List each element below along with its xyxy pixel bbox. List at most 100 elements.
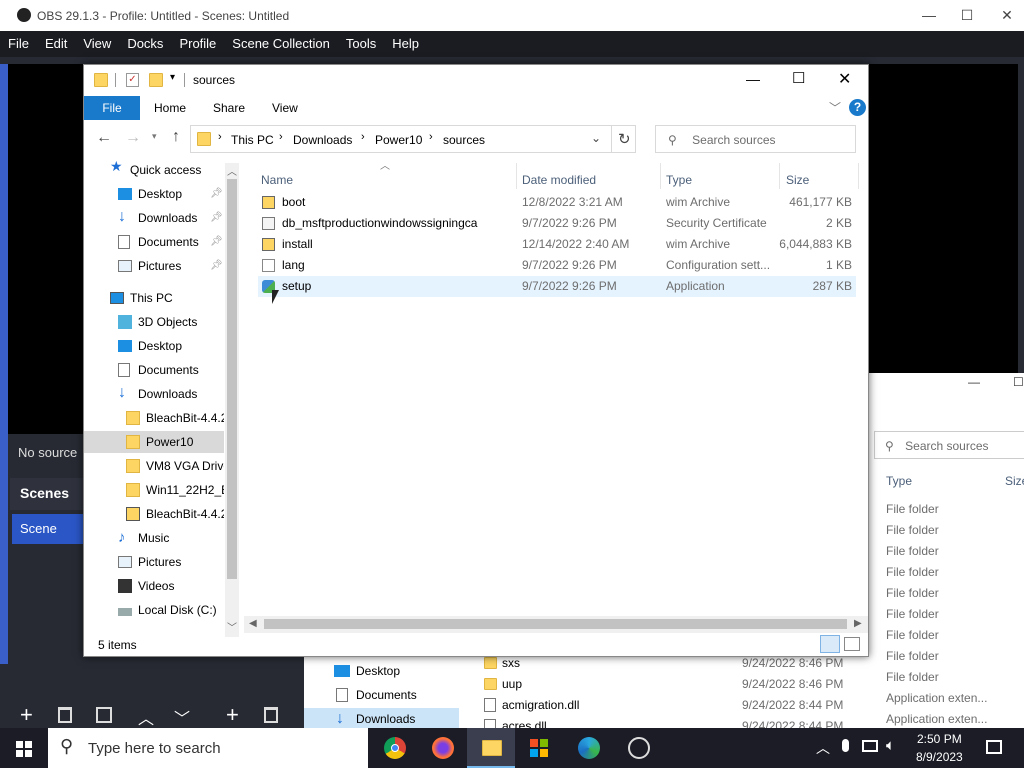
- breadcrumb-this-pc[interactable]: This PC: [231, 133, 274, 147]
- microphone-icon[interactable]: [842, 739, 849, 752]
- up-arrow-icon[interactable]: ↑: [172, 128, 180, 146]
- nav-downloads[interactable]: ↓ Downloads: [84, 383, 224, 405]
- large-icons-view-icon[interactable]: [844, 637, 860, 651]
- nav-bleachbit-2[interactable]: BleachBit-4.4.2: [84, 503, 224, 525]
- bg-maximize-button[interactable]: ☐: [1013, 375, 1024, 389]
- file-row[interactable]: lang 9/7/2022 9:26 PM Configuration sett..…: [258, 255, 856, 276]
- col-header-size[interactable]: Size: [786, 169, 809, 191]
- nav-videos[interactable]: Videos: [84, 575, 224, 597]
- back-arrow-icon[interactable]: ←: [96, 129, 112, 147]
- ribbon-tab-share[interactable]: Share: [213, 101, 245, 115]
- nav-qa-pictures[interactable]: Pictures 📌︎: [84, 255, 224, 277]
- menu-file[interactable]: File: [0, 31, 37, 57]
- forward-arrow-icon[interactable]: →: [125, 129, 141, 147]
- notifications-icon[interactable]: [986, 740, 1002, 754]
- new-folder-icon[interactable]: [149, 73, 163, 87]
- remove-source-trash-icon[interactable]: [264, 707, 278, 723]
- clock-date[interactable]: 8/9/2023: [916, 750, 963, 764]
- col-header-type[interactable]: Type: [666, 169, 692, 191]
- nav-desktop[interactable]: Desktop: [84, 335, 224, 357]
- volume-icon[interactable]: 🔈︎: [886, 737, 895, 754]
- h-scroll-right-icon[interactable]: ▶: [854, 618, 862, 629]
- bg-search-box[interactable]: ⚲ Search sources: [874, 431, 1024, 459]
- menu-edit[interactable]: Edit: [37, 31, 75, 57]
- network-icon[interactable]: [862, 740, 878, 752]
- ribbon-tab-file[interactable]: File: [84, 96, 140, 120]
- obs-taskbar-icon[interactable]: [615, 728, 663, 768]
- nav-3d-objects[interactable]: 3D Objects: [84, 311, 224, 333]
- nav-scrollbar[interactable]: ︿ ﹀: [225, 163, 239, 637]
- start-button[interactable]: [0, 728, 48, 768]
- properties-icon[interactable]: ✓: [126, 73, 139, 87]
- nav-music[interactable]: ♪ Music: [84, 527, 224, 549]
- breadcrumb-downloads[interactable]: Downloads: [293, 133, 352, 147]
- search-box[interactable]: ⚲ Search sources: [655, 125, 856, 153]
- expand-ribbon-icon[interactable]: ﹀: [829, 99, 841, 116]
- firefox-icon[interactable]: [419, 728, 467, 768]
- menu-help[interactable]: Help: [384, 31, 427, 57]
- menu-docks[interactable]: Docks: [119, 31, 171, 57]
- store-icon[interactable]: [515, 728, 563, 768]
- address-dropdown-icon[interactable]: ⌄: [591, 131, 601, 145]
- file-explorer-taskbar-icon[interactable]: [467, 728, 515, 768]
- taskbar-search-box[interactable]: ⚲ Type here to search: [48, 728, 368, 768]
- refresh-icon[interactable]: ↻: [618, 130, 631, 148]
- chrome-icon[interactable]: [371, 728, 419, 768]
- bg-col-size[interactable]: Size: [1005, 474, 1024, 488]
- nav-pictures[interactable]: Pictures: [84, 551, 224, 573]
- bg-nav-downloads[interactable]: ↓ Downloads: [304, 708, 459, 730]
- bg-file-name[interactable]: acmigration.dll: [502, 698, 579, 712]
- nav-local-disk[interactable]: Local Disk (C:): [84, 599, 224, 621]
- menu-profile[interactable]: Profile: [171, 31, 224, 57]
- nav-this-pc[interactable]: This PC: [84, 287, 224, 309]
- remove-scene-trash-icon[interactable]: [58, 707, 72, 723]
- col-header-date[interactable]: Date modified: [522, 169, 596, 191]
- file-row[interactable]: install 12/14/2022 2:40 AM wim Archive 6,04…: [258, 234, 856, 255]
- bg-nav-desktop[interactable]: Desktop: [334, 660, 400, 682]
- details-view-icon[interactable]: [820, 635, 840, 653]
- bg-file-name[interactable]: uup: [502, 677, 522, 691]
- nav-qa-desktop[interactable]: Desktop 📌︎: [84, 183, 224, 205]
- h-scroll-left-icon[interactable]: ◀: [249, 618, 257, 629]
- breadcrumb-power10[interactable]: Power10: [375, 133, 422, 147]
- minimize-button[interactable]: —: [746, 71, 760, 87]
- qat-dropdown-icon[interactable]: ▾: [170, 72, 175, 83]
- ribbon-tab-view[interactable]: View: [272, 101, 298, 115]
- move-up-icon[interactable]: ︿: [138, 705, 154, 729]
- col-header-name[interactable]: Name: [261, 169, 293, 191]
- close-button[interactable]: ✕: [984, 0, 1024, 31]
- recent-dropdown-icon[interactable]: ▾: [152, 131, 157, 142]
- breadcrumb-sources[interactable]: sources: [443, 133, 485, 147]
- file-row[interactable]: setup 9/7/2022 9:26 PM Application 287 KB: [258, 276, 856, 297]
- nav-qa-documents[interactable]: Documents 📌︎: [84, 231, 224, 253]
- bg-nav-documents[interactable]: Documents: [334, 684, 417, 706]
- move-down-icon[interactable]: ﹀: [174, 705, 190, 729]
- edge-icon[interactable]: [565, 728, 613, 768]
- nav-bleachbit-1[interactable]: BleachBit-4.4.2: [84, 407, 224, 429]
- bg-minimize-button[interactable]: —: [968, 375, 980, 389]
- file-row[interactable]: db_msftproductionwindowssigningca 9/7/202…: [258, 213, 856, 234]
- ribbon-tab-home[interactable]: Home: [154, 101, 186, 115]
- nav-scroll-down-icon[interactable]: ﹀: [227, 619, 237, 634]
- nav-quick-access[interactable]: ★ Quick access: [84, 159, 224, 181]
- address-bar[interactable]: › This PC › Downloads › Power10 › source…: [190, 125, 636, 153]
- scene-filter-icon[interactable]: [96, 707, 112, 723]
- nav-documents[interactable]: Documents: [84, 359, 224, 381]
- nav-win11[interactable]: Win11_22H2_Er: [84, 479, 224, 501]
- nav-scroll-up-icon[interactable]: ︿: [227, 163, 237, 178]
- close-button[interactable]: ✕: [838, 69, 851, 89]
- scene-list-item[interactable]: Scene: [12, 514, 84, 544]
- menu-tools[interactable]: Tools: [338, 31, 384, 57]
- clock-time[interactable]: 2:50 PM: [917, 732, 962, 746]
- maximize-button[interactable]: ☐: [792, 69, 805, 87]
- nav-qa-downloads[interactable]: ↓ Downloads 📌︎: [84, 207, 224, 229]
- show-hidden-icons-icon[interactable]: ︿: [816, 738, 830, 758]
- add-scene-button[interactable]: +: [20, 704, 33, 726]
- menu-scene-collection[interactable]: Scene Collection: [224, 31, 338, 57]
- horizontal-scrollbar[interactable]: ◀ ▶: [244, 616, 868, 633]
- nav-vm8-vga[interactable]: VM8 VGA Drive: [84, 455, 224, 477]
- bg-col-type[interactable]: Type: [886, 474, 912, 488]
- nav-scroll-thumb[interactable]: [227, 179, 237, 579]
- add-source-button[interactable]: +: [226, 704, 239, 726]
- nav-power10[interactable]: Power10: [84, 431, 224, 453]
